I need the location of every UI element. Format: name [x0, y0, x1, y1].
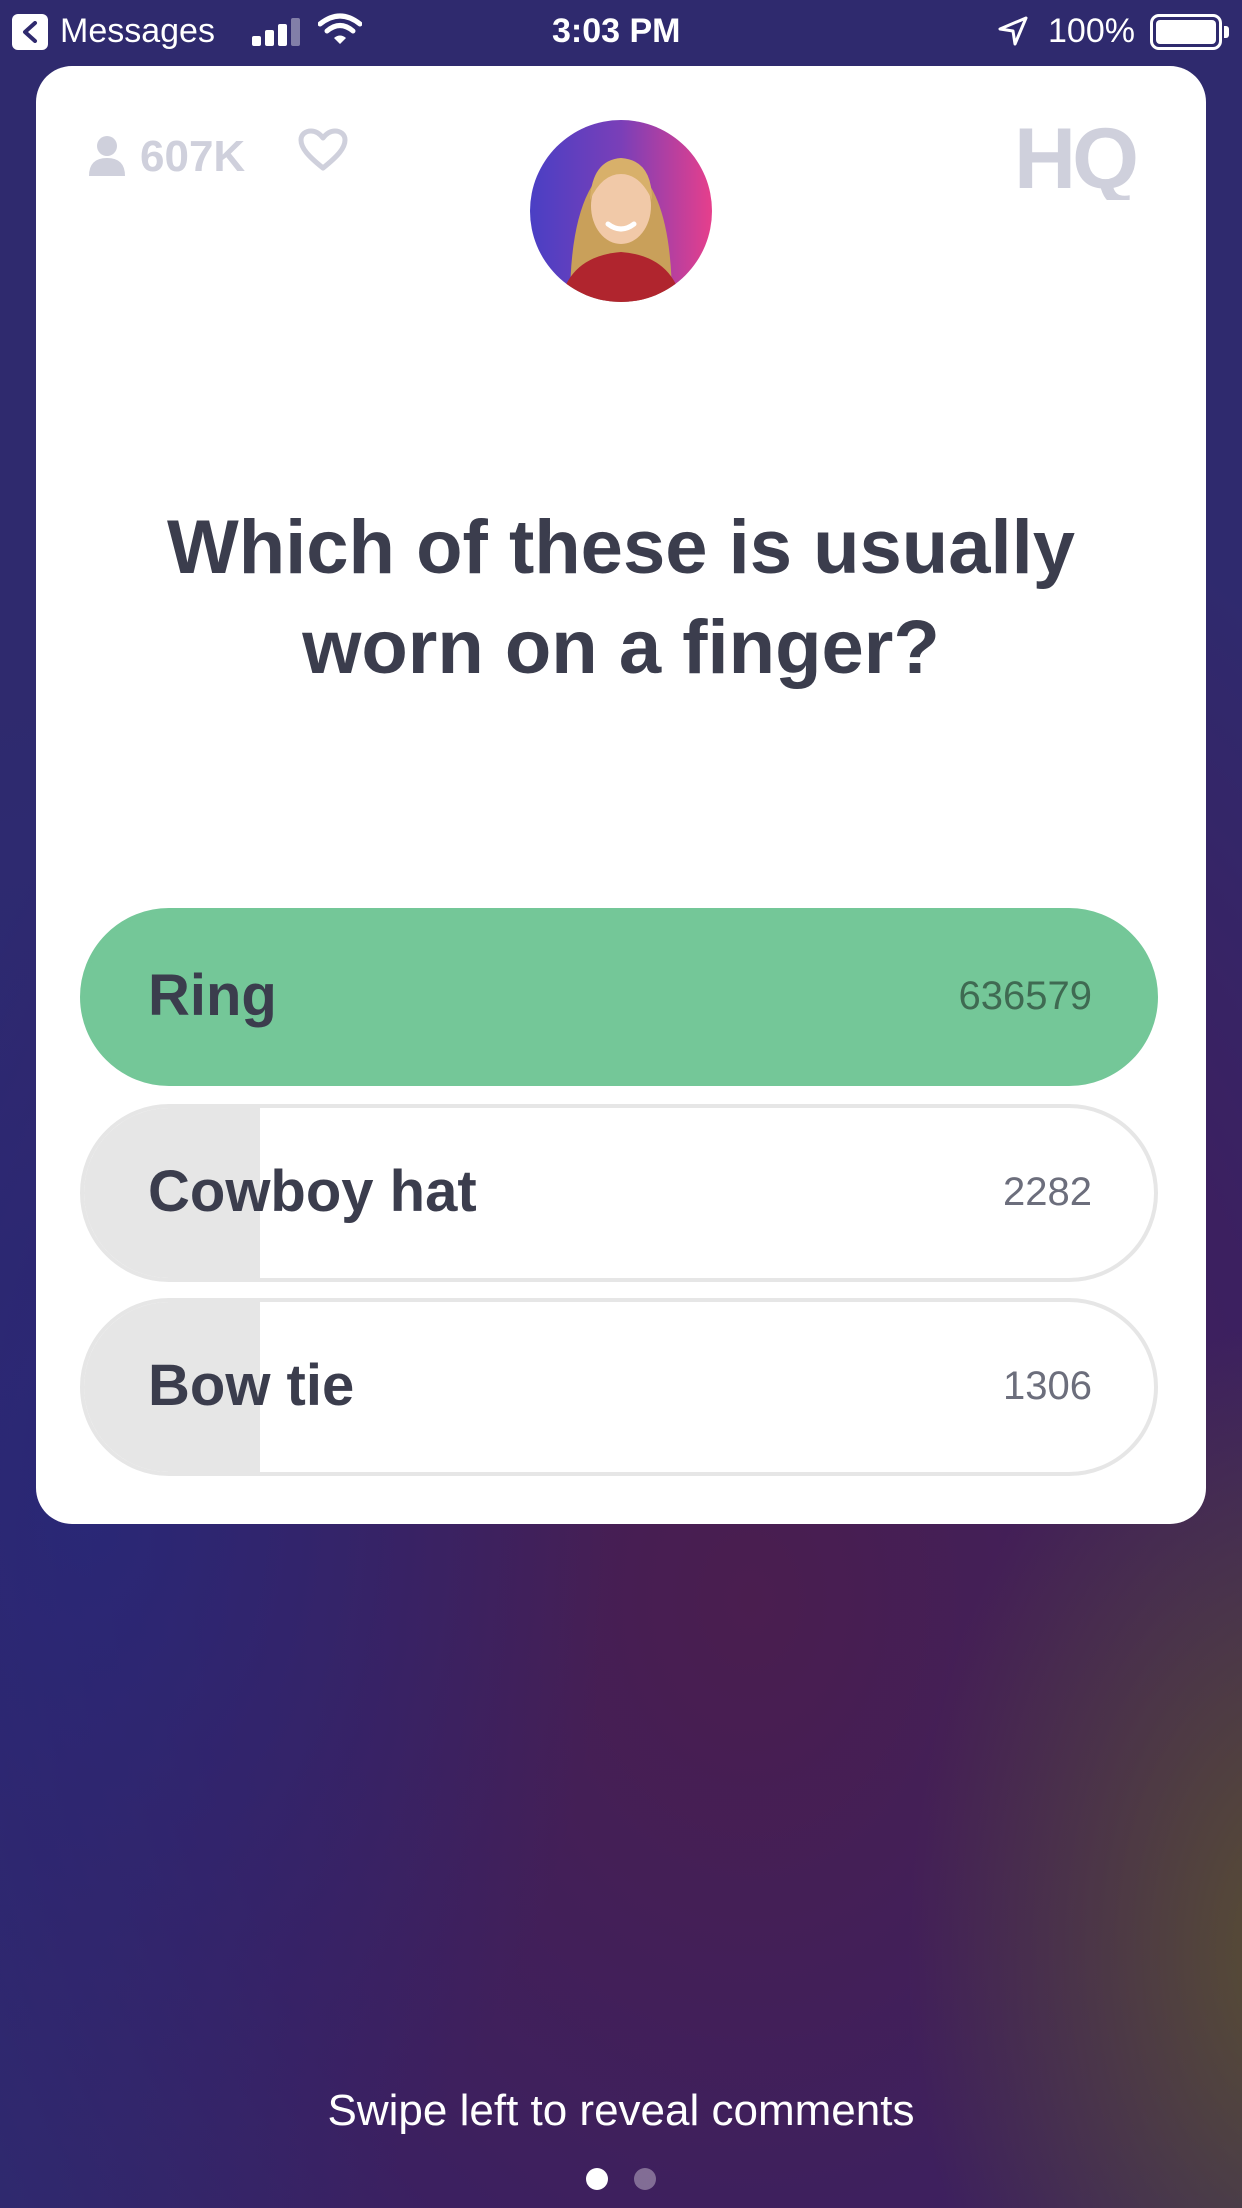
battery-icon — [1150, 14, 1229, 50]
answer-option-2[interactable]: Cowboy hat 2282 — [80, 1104, 1158, 1282]
clock: 3:03 PM — [552, 12, 681, 50]
hq-logo: HQ — [1014, 114, 1140, 200]
question-text: Which of these is usually worn on a fing… — [167, 505, 1075, 690]
back-to-messages-icon[interactable] — [12, 14, 48, 50]
answer-vote-count: 636579 — [958, 974, 1092, 1018]
location-arrow-icon — [998, 16, 1028, 46]
host-avatar — [530, 120, 712, 302]
back-to-messages-label[interactable]: Messages — [60, 12, 215, 51]
cellular-signal-icon — [252, 16, 302, 46]
svg-text:HQ: HQ — [1014, 114, 1136, 200]
answer-vote-count: 1306 — [1003, 1364, 1092, 1408]
answer-label: Bow tie — [148, 1353, 355, 1418]
user-icon — [89, 136, 125, 176]
answer-label: Cowboy hat — [148, 1159, 477, 1224]
wifi-icon — [318, 13, 362, 44]
page-dot[interactable] — [634, 2168, 656, 2190]
answer-option-3[interactable]: Bow tie 1306 — [80, 1298, 1158, 1476]
battery-percentage: 100% — [1048, 12, 1135, 50]
page-indicator[interactable] — [0, 2168, 1242, 2190]
swipe-hint: Swipe left to reveal comments — [327, 2086, 915, 2135]
question-card: 607K HQ Which of these is usually worn o… — [36, 66, 1206, 1524]
heart-icon[interactable] — [298, 128, 348, 172]
answer-label: Ring — [148, 963, 277, 1028]
answer-option-1[interactable]: Ring 636579 — [80, 908, 1158, 1086]
status-bar: Messages 3:03 PM 100% — [0, 0, 1242, 62]
page-dot-active[interactable] — [586, 2168, 608, 2190]
viewer-count-value: 607K — [140, 132, 246, 181]
answer-vote-count: 2282 — [1003, 1170, 1092, 1214]
